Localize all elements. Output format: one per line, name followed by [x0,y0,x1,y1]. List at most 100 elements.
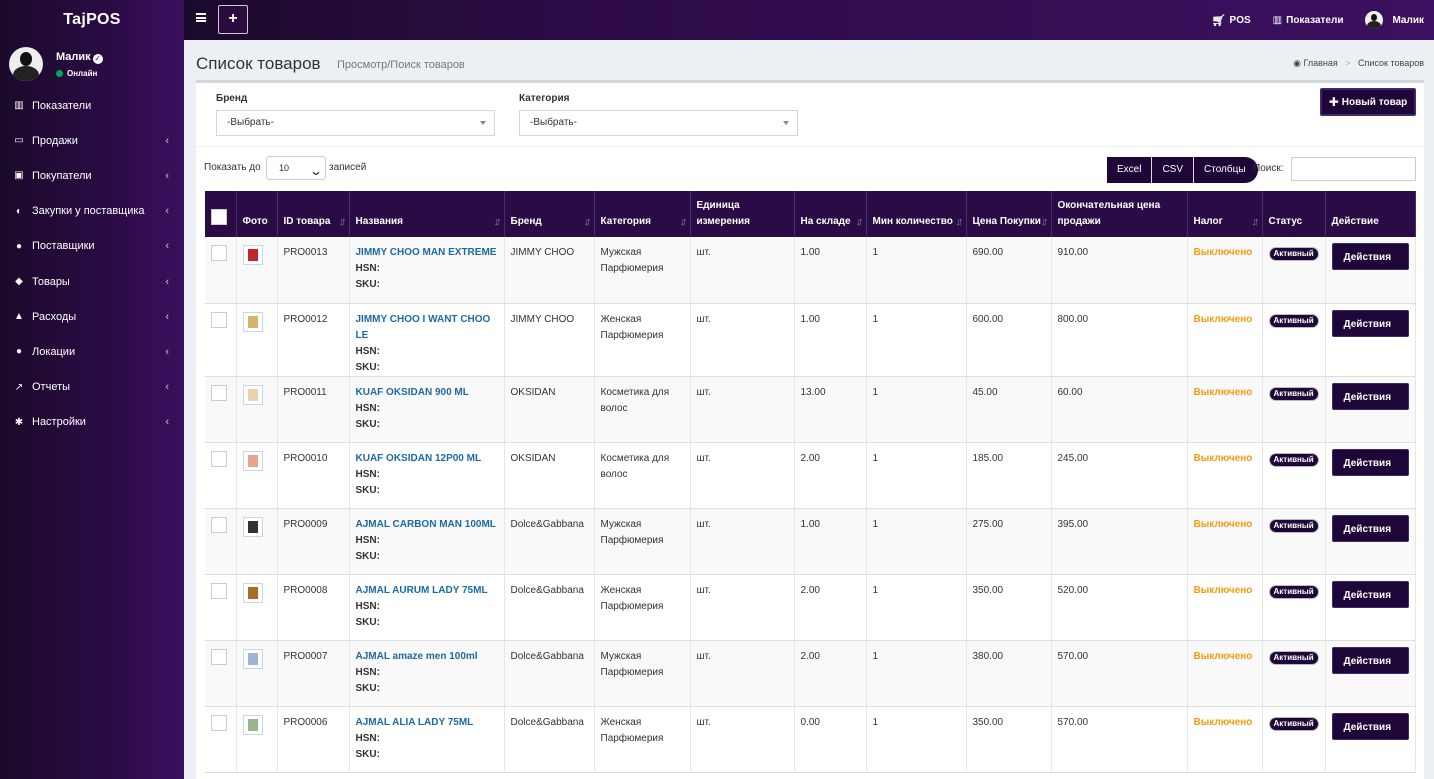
product-name-link[interactable]: KUAF OKSIDAN 900 ML [356,385,498,401]
select-all-checkbox[interactable] [211,209,227,225]
chevron-left-icon: ‹ [165,381,169,394]
column-header-label: Фото [242,216,268,227]
column-header-10[interactable]: Окончательная цена продажи [1051,191,1188,237]
dashboard-link[interactable]: ▥ Показатели [1273,15,1344,26]
actions-dropdown-button[interactable]: Действия [1331,646,1409,689]
column-header-12[interactable]: Статус [1262,191,1326,237]
actions-label: Действия [1343,523,1392,535]
page-length-select[interactable]: 10 ⌄ [266,156,326,180]
product-name-cell: KUAF OKSIDAN 900 ML HSN: SKU: [349,376,505,443]
product-name-link[interactable]: AJMAL AURUM LADY 75ML [356,583,498,599]
product-name-link[interactable]: AJMAL CARBON MAN 100ML [356,517,498,533]
row-checkbox[interactable] [211,384,227,401]
min-qty-cell: 1 [866,508,967,575]
actions-label: Действия [1343,391,1392,403]
user-panel: Малик ✓ Онлайн [0,40,184,88]
search-input[interactable] [1291,157,1416,181]
excel-export-button[interactable]: Excel [1107,157,1153,183]
row-checkbox[interactable] [211,311,227,328]
csv-export-button[interactable]: CSV [1152,157,1195,183]
row-checkbox[interactable] [211,450,227,467]
actions-dropdown-button[interactable]: Действия [1331,580,1409,623]
status-badge: Активный [1268,716,1319,731]
product-thumbnail[interactable] [242,582,263,603]
sidebar-item-9[interactable]: ↗ Отчеты ‹ [0,370,184,405]
stock-cell: 1.00 [794,508,867,575]
row-checkbox[interactable] [211,245,227,261]
sidebar-item-4[interactable]: ◐ Закупки у поставщика ‹ [0,194,184,229]
sidebar-item-10[interactable]: ✱ Настройки ‹ [0,405,184,440]
breadcrumb: ◉ Главная > Список товаров [1293,58,1424,69]
sidebar-item-5[interactable]: ● Поставщики ‹ [0,229,184,264]
actions-dropdown-button[interactable]: Действия [1331,243,1409,285]
actions-dropdown-button[interactable]: Действия [1331,382,1409,425]
action-cell: Действия [1325,376,1416,443]
product-name-link[interactable]: KUAF OKSIDAN 12P00 ML [356,451,498,467]
actions-dropdown-button[interactable]: Действия [1331,309,1409,352]
app-logo[interactable]: TajPOS [0,0,184,40]
brand-select[interactable]: -Выбрать- [216,110,495,136]
column-header-9[interactable]: Цена Покупки ↓↑ [966,191,1052,237]
row-select-cell [205,640,237,707]
status-cell: Активный [1262,706,1326,773]
column-header-7[interactable]: На складе ↓↑ [794,191,867,237]
columns-button[interactable]: Столбцы [1194,157,1258,183]
column-header-5[interactable]: Категория ↓↑ [594,191,691,237]
column-header-11[interactable]: Налог ↓↑ [1187,191,1263,237]
bar-chart-icon: ▥ [14,100,24,112]
row-checkbox[interactable] [211,516,227,533]
column-header-8[interactable]: Мин количество ↓↑ [866,191,967,237]
row-checkbox[interactable] [211,648,227,665]
sidebar-item-6[interactable]: ◆ Товары ‹ [0,264,184,299]
product-thumbnail[interactable] [242,384,263,405]
sidebar-item-label: Покупатели [32,169,92,182]
product-name-link[interactable]: JIMMY CHOO I WANT CHOO LE [356,312,498,344]
action-cell: Действия [1325,706,1416,773]
breadcrumb-home[interactable]: Главная [1303,58,1337,68]
row-checkbox[interactable] [211,714,227,731]
breadcrumb-current: Список товаров [1358,58,1424,68]
page-length-prefix: Показать до [204,162,261,173]
action-cell: Действия [1325,508,1416,575]
product-name-link[interactable]: AJMAL amaze men 100ml [356,649,498,665]
pos-link[interactable]: 🛒︎ POS [1212,14,1251,27]
product-id: PRO0009 [277,508,350,575]
sidebar-item-8[interactable]: ● Локации ‹ [0,334,184,369]
column-header-3[interactable]: Названия ↓↑ [349,191,505,237]
product-thumbnail[interactable] [242,714,263,735]
new-product-button[interactable]: ✚ Новый товар [1320,88,1416,116]
sidebar-item-2[interactable]: ▭ Продажи ‹ [0,123,184,158]
menu-toggle-icon[interactable] [196,13,206,22]
credit-card-icon: ▭ [14,135,24,147]
category-select[interactable]: -Выбрать- [519,110,798,136]
column-header-2[interactable]: ID товара ↓↑ [277,191,350,237]
users-icon: ● [15,240,23,252]
product-thumbnail[interactable] [242,311,263,332]
table-row: PRO0010 KUAF OKSIDAN 12P00 ML HSN: SKU: OKSI… [205,442,1416,509]
product-thumbnail[interactable] [242,516,263,537]
actions-dropdown-button[interactable]: Действия [1331,712,1409,755]
column-header-1[interactable]: Фото [236,191,278,237]
verified-icon: ✓ [92,54,103,64]
product-name-link[interactable]: AJMAL ALIA LADY 75ML [356,715,498,731]
caret-down-icon [1346,685,1353,689]
quick-add-button[interactable]: + [218,5,248,34]
column-header-4[interactable]: Бренд ↓↑ [504,191,595,237]
column-header-6[interactable]: Единица измерения [690,191,795,237]
row-checkbox[interactable] [211,582,227,599]
product-name-link[interactable]: JIMMY CHOO MAN EXTREME [356,245,498,261]
product-thumbnail[interactable] [242,245,263,265]
sidebar-item-3[interactable]: ▣ Покупатели ‹ [0,158,184,193]
product-thumbnail[interactable] [242,450,263,471]
column-header-13[interactable]: Действие [1325,191,1416,237]
product-name-cell: KUAF OKSIDAN 12P00 ML HSN: SKU: [349,442,505,509]
user-menu[interactable]: Малик [1365,11,1424,29]
actions-label: Действия [1343,655,1392,667]
sidebar-item-7[interactable]: ▲ Расходы ‹ [0,299,184,334]
sidebar-item-1[interactable]: ▥ Показатели [0,88,184,123]
sort-icon: ↓↑ [1251,216,1260,228]
actions-dropdown-button[interactable]: Действия [1331,514,1409,557]
product-thumbnail[interactable] [242,648,263,669]
actions-dropdown-button[interactable]: Действия [1331,448,1409,491]
table-row: PRO0008 AJMAL AURUM LADY 75ML HSN: SKU: Dolc… [205,574,1416,641]
